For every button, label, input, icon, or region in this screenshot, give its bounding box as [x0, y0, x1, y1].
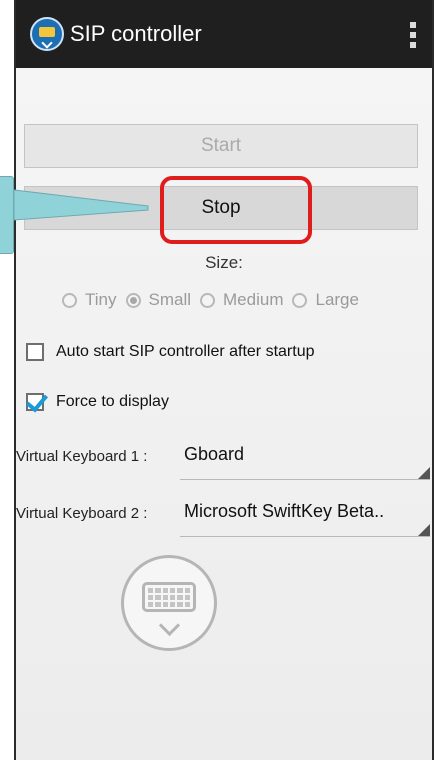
virtual-keyboard-2-row: Virtual Keyboard 2 : Microsoft SwiftKey …: [16, 497, 432, 537]
radio-circle-icon: [292, 292, 308, 308]
force-display-checkbox[interactable]: [25, 389, 49, 413]
radio-circle-icon: [62, 292, 77, 308]
keyboard-toggle-icon[interactable]: [121, 555, 217, 651]
radio-label: Small: [148, 290, 192, 309]
app-title: SIP controller: [70, 21, 202, 46]
spinner-arrow-icon[interactable]: [418, 467, 430, 479]
keyboard-glyph: [39, 27, 55, 37]
radio-label: Large: [315, 290, 359, 309]
more-vert-icon[interactable]: [408, 22, 418, 48]
virtual-keyboard-1-row: Virtual Keyboard 1 : Gboard: [16, 440, 432, 480]
chevron-down-icon: [158, 614, 181, 637]
auto-start-checkbox[interactable]: [26, 343, 44, 361]
size-radio-large[interactable]: Large: [292, 290, 359, 310]
spinner-arrow-icon[interactable]: [418, 524, 430, 536]
virtual-keyboard-1-spinner[interactable]: Gboard: [184, 444, 244, 465]
size-radio-tiny[interactable]: Tiny: [62, 290, 117, 310]
auto-start-checkbox-row[interactable]: Auto start SIP controller after startup: [26, 343, 315, 361]
keyboard-keys: [142, 582, 196, 612]
checkmark-icon: [25, 389, 49, 413]
force-display-label: Force to display: [56, 393, 169, 410]
phone-screen: SIP controller Start Stop Size: Tiny Sma…: [14, 0, 434, 760]
start-button[interactable]: Start: [24, 124, 418, 168]
auto-start-label: Auto start SIP controller after startup: [56, 343, 315, 360]
keyboard-app-icon: [30, 17, 64, 51]
size-radio-group: Tiny Small Medium Large: [62, 290, 368, 310]
callout-pointer: [13, 189, 149, 221]
chevron-down-icon: [41, 37, 53, 49]
force-display-checkbox-row[interactable]: Force to display: [25, 389, 169, 413]
radio-label: Tiny: [85, 290, 117, 309]
radio-checked-icon: [125, 292, 141, 308]
virtual-keyboard-2-label: Virtual Keyboard 2 :: [16, 505, 148, 522]
size-radio-medium[interactable]: Medium: [200, 290, 283, 310]
radio-label: Medium: [223, 290, 284, 309]
size-radio-small[interactable]: Small: [125, 290, 192, 310]
app-bar: SIP controller: [16, 0, 432, 68]
spinner-underline: [180, 479, 430, 480]
virtual-keyboard-2-spinner[interactable]: Microsoft SwiftKey Beta..: [184, 501, 384, 522]
spinner-underline: [180, 536, 430, 537]
radio-circle-icon: [200, 292, 216, 308]
virtual-keyboard-1-label: Virtual Keyboard 1 :: [16, 448, 148, 465]
size-label: Size:: [205, 253, 243, 272]
stop-button-highlight: [160, 176, 312, 244]
